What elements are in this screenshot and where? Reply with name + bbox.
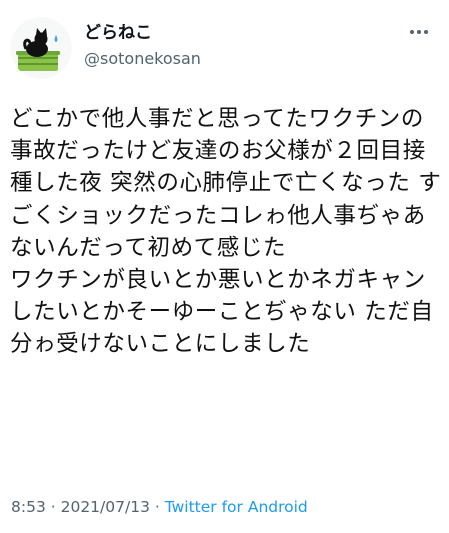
- meta-separator: ·: [45, 498, 61, 516]
- tweet-time[interactable]: 8:53: [11, 498, 46, 516]
- author-handle[interactable]: @sotonekosan: [84, 49, 201, 69]
- tweet-source-link[interactable]: Twitter for Android: [165, 498, 308, 516]
- avatar[interactable]: [10, 17, 72, 79]
- cat-in-green-basket-icon: [10, 17, 72, 79]
- tweet-date[interactable]: 2021/07/13: [61, 498, 150, 516]
- meta-separator-2: ·: [149, 498, 165, 516]
- tweet-header: どらねこ @sotonekosan: [0, 0, 449, 90]
- more-options-icon[interactable]: [407, 22, 431, 42]
- tweet-meta: 8:53 · 2021/07/13 · Twitter for Android: [11, 497, 308, 517]
- tweet-text: どこかで他人事だと思ってたワクチンの事故だったけど友達のお父様が２回目接種した夜…: [10, 106, 442, 358]
- author-display-name[interactable]: どらねこ: [84, 22, 152, 44]
